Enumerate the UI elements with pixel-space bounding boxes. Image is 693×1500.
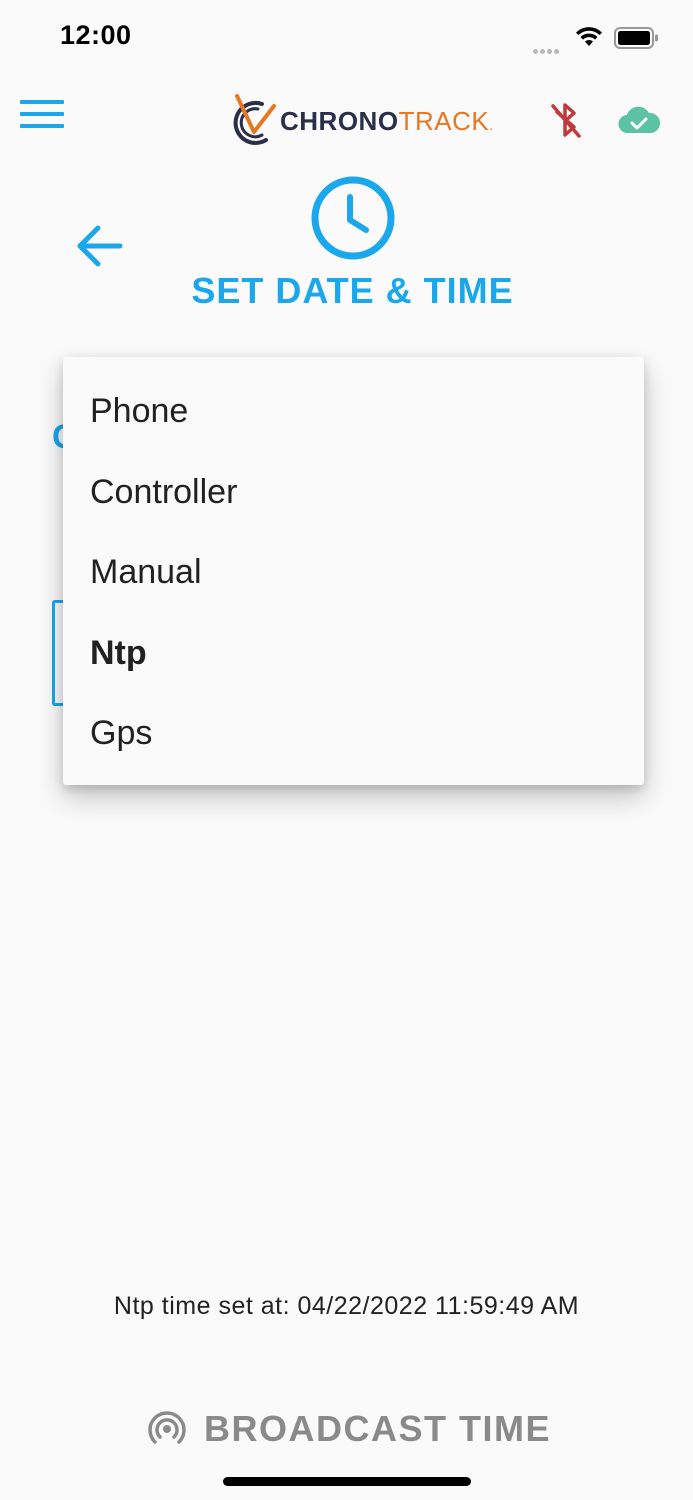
ntp-status-text: Ntp time set at: 04/22/2022 11:59:49 AM	[113, 1292, 580, 1320]
dropdown-option-ntp[interactable]: Ntp	[63, 613, 644, 694]
dropdown-option-phone[interactable]: Phone	[63, 371, 644, 452]
menu-line	[20, 124, 64, 128]
arrow-left-icon	[77, 225, 123, 267]
menu-line	[20, 100, 64, 104]
bluetooth-disabled-icon[interactable]	[548, 100, 584, 145]
broadcast-icon	[148, 1411, 186, 1444]
wifi-icon	[575, 26, 603, 53]
dropdown-option-manual[interactable]: Manual	[63, 532, 644, 613]
back-button[interactable]	[74, 222, 124, 275]
broadcast-time-button[interactable]: BROADCAST TIME	[148, 1405, 551, 1453]
battery-icon	[614, 27, 660, 54]
status-bar-time: 12:00	[60, 20, 132, 50]
logo-mark: .	[489, 116, 494, 133]
logo-track: TRACK	[398, 105, 490, 136]
dropdown-option-controller[interactable]: Controller	[63, 452, 644, 533]
cellular-signal-icon	[533, 41, 561, 59]
time-source-dropdown-menu: Phone Controller Manual Ntp Gps	[63, 357, 644, 785]
cloud-check-icon[interactable]	[617, 102, 661, 141]
logo-chrono: CHRONO	[280, 105, 399, 136]
logo-wordmark: CHRONOTRACK.	[280, 106, 494, 137]
dropdown-option-gps[interactable]: Gps	[63, 693, 644, 774]
clock-icon	[310, 175, 396, 266]
chronotrack-swoosh-icon	[233, 94, 276, 145]
home-indicator[interactable]	[223, 1477, 471, 1486]
menu-button[interactable]	[20, 100, 64, 132]
menu-line	[20, 112, 64, 116]
page-title: SET DATE & TIME	[191, 270, 514, 311]
broadcast-time-label: BROADCAST TIME	[204, 1408, 551, 1449]
chronotrack-logo: CHRONOTRACK.	[232, 92, 494, 150]
